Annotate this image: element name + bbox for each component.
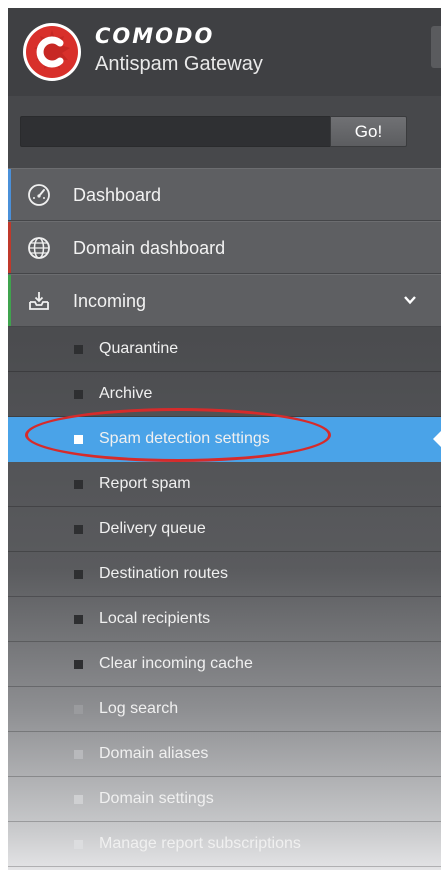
subnav-item-label: Report spam — [99, 475, 191, 492]
nav-item-label: Incoming — [73, 291, 147, 311]
sidebar: COMODO Antispam Gateway Go! Dashboard Do… — [8, 8, 441, 870]
subnav-item-domain-settings[interactable]: Domain settings — [8, 777, 441, 822]
comodo-logo-icon — [23, 23, 81, 81]
subnav-item-clear-incoming-cache[interactable]: Clear incoming cache — [8, 642, 441, 687]
subnav-item-label: Manage report subscriptions — [99, 835, 301, 852]
bullet-icon — [74, 840, 83, 849]
nav-accent-bar — [8, 169, 11, 220]
nav-accent-bar — [8, 222, 11, 273]
nav-item-label: Domain dashboard — [73, 238, 226, 258]
brand-name: COMODO — [95, 24, 215, 48]
subnav-item-label: Log search — [99, 700, 179, 717]
bullet-icon — [74, 570, 83, 579]
subnav-item-label: Spam detection settings — [99, 430, 270, 447]
bullet-icon — [74, 390, 83, 399]
subnav-item-delivery-queue[interactable]: Delivery queue — [8, 507, 441, 552]
subnav-item-label: Local recipients — [99, 610, 211, 627]
brand-product: Antispam Gateway — [95, 53, 263, 75]
subnav-item-report-spam[interactable]: Report spam — [8, 462, 441, 507]
subnav-item-manage-report-subscriptions[interactable]: Manage report subscriptions — [8, 822, 441, 867]
bullet-icon — [74, 480, 83, 489]
search-go-button[interactable]: Go! — [330, 116, 407, 147]
bullet-icon — [74, 705, 83, 714]
nav-item-label: Dashboard — [73, 185, 162, 205]
active-pointer-icon — [433, 431, 441, 447]
subnav-item-label: Clear incoming cache — [99, 655, 253, 672]
subnav-item-label: Domain aliases — [99, 745, 209, 762]
chevron-down-icon — [404, 296, 416, 305]
bullet-icon — [74, 795, 83, 804]
subnav-item-label: Destination routes — [99, 565, 228, 582]
bullet-icon — [74, 345, 83, 354]
subnav-item-label: Archive — [99, 385, 153, 402]
subnav-item-archive[interactable]: Archive — [8, 372, 441, 417]
subnav-item-label: Domain settings — [99, 790, 214, 807]
subnav-item-domain-aliases[interactable]: Domain aliases — [8, 732, 441, 777]
nav-item-incoming[interactable]: Incoming — [8, 274, 441, 327]
inbox-download-icon — [29, 292, 49, 310]
bullet-icon — [74, 660, 83, 669]
globe-icon — [28, 237, 50, 259]
bullet-icon — [74, 525, 83, 534]
bullet-icon — [74, 435, 83, 444]
subnav-item-destination-routes[interactable]: Destination routes — [8, 552, 441, 597]
bullet-icon — [74, 615, 83, 624]
subnav-item-label: Delivery queue — [99, 520, 206, 537]
nav-item-dashboard[interactable]: Dashboard — [8, 168, 441, 221]
subnav-item-local-recipients[interactable]: Local recipients — [8, 597, 441, 642]
search-input[interactable] — [20, 116, 330, 147]
subnav-item-quarantine[interactable]: Quarantine — [8, 327, 441, 372]
speedometer-icon — [28, 184, 50, 206]
nav-accent-bar — [8, 275, 11, 326]
subnav-item-label: Quarantine — [99, 340, 179, 357]
subnav-item-log-search[interactable]: Log search — [8, 687, 441, 732]
search-bar: Go! — [8, 96, 441, 168]
nav-item-domain-dashboard[interactable]: Domain dashboard — [8, 221, 441, 274]
top-bar-handle — [431, 26, 441, 68]
subnav-item-spam-detection-settings[interactable]: Spam detection settings — [8, 417, 441, 462]
bullet-icon — [74, 750, 83, 759]
brand-header: COMODO Antispam Gateway — [8, 8, 441, 96]
